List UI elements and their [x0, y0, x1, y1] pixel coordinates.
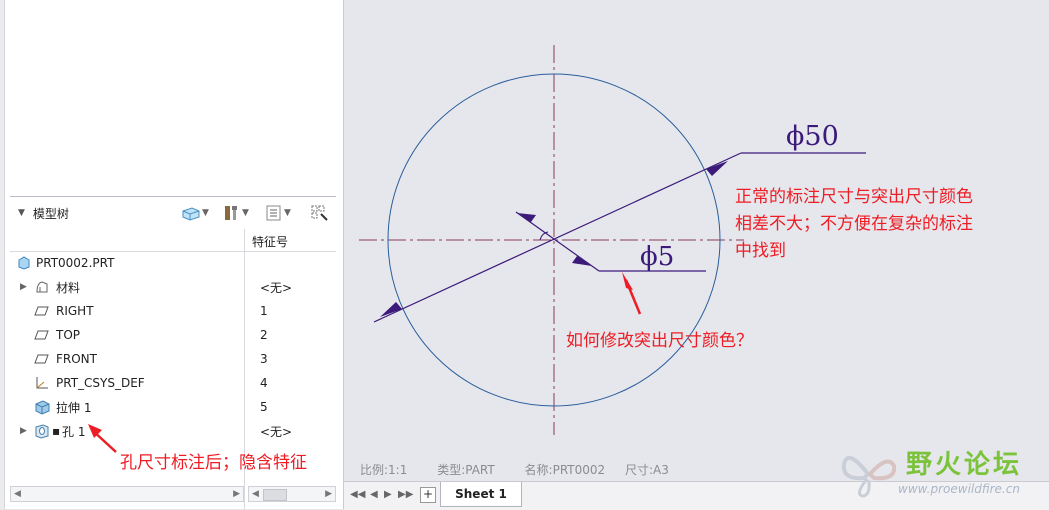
arrowhead-icon — [517, 213, 536, 222]
panel-blank-area — [0, 0, 343, 195]
part-icon — [16, 255, 32, 271]
status-scale: 比例:1:1 — [360, 463, 408, 477]
scroll-left-icon[interactable]: ◀ — [252, 489, 259, 499]
diameter-5-leader[interactable] — [515, 211, 600, 272]
arrowhead-icon — [706, 161, 728, 176]
arrowhead-icon — [622, 272, 633, 290]
annotation-note-left: 孔尺寸标注后；隐含特征 — [120, 453, 307, 473]
tree-item-label: TOP — [56, 328, 81, 342]
sheet-tab[interactable]: Sheet 1 — [440, 482, 522, 507]
next-sheet-icon[interactable]: ▶ — [384, 489, 392, 500]
watermark-url: www.proewildfire.cn — [898, 482, 1020, 496]
tree-root-item[interactable]: PRT0002.PRT — [10, 251, 336, 275]
tree-item-csys[interactable]: PRT_CSYS_DEF 4 — [10, 371, 336, 395]
panel-edge — [0, 0, 5, 509]
material-icon — [34, 279, 50, 295]
drawing-status-line: 比例:1:1 类型:PART 名称:PRT0002 尺寸:A3 — [360, 461, 695, 478]
chevron-down-icon: ▼ — [284, 208, 291, 218]
note-line: 中找到 — [735, 241, 786, 261]
arrowhead-icon — [572, 256, 592, 266]
tree-item-top[interactable]: TOP 2 — [10, 323, 336, 347]
annotation-arrow-left — [88, 424, 117, 453]
feature-number: 2 — [260, 328, 268, 342]
note-line: 正常的标注尺寸与突出尺寸颜色 — [735, 187, 973, 207]
butterfly-logo-icon — [841, 455, 897, 498]
status-name: 名称:PRT0002 — [524, 463, 606, 477]
first-sheet-icon[interactable]: ◀◀ — [350, 489, 365, 500]
columns-button[interactable]: ▼ — [264, 204, 291, 222]
tree-item-label: 拉伸 1 — [56, 400, 92, 415]
note-line: 相差不大；不方便在复杂的标注 — [735, 214, 973, 234]
hole-circle[interactable] — [387, 73, 721, 407]
annotation-note-question: 如何修改突出尺寸颜色？ — [566, 331, 753, 351]
expand-arrow-icon[interactable]: ▶ — [20, 282, 27, 292]
tree-root-label: PRT0002.PRT — [36, 256, 115, 270]
datum-plane-icon — [34, 303, 50, 319]
column-scrollbar[interactable]: ◀ ▶ — [248, 486, 336, 502]
scroll-right-icon[interactable]: ▶ — [233, 489, 240, 499]
csys-icon — [34, 375, 50, 391]
tree-item-extrude[interactable]: 拉伸 1 5 — [10, 395, 336, 419]
feature-number: <无> — [260, 280, 293, 295]
feature-number: 1 — [260, 304, 268, 318]
tree-item-label: 孔 1 — [62, 424, 86, 439]
chevron-down-icon: ▼ — [202, 208, 209, 218]
watermark-title: 野火论坛 — [906, 450, 1023, 480]
datum-plane-icon — [34, 351, 50, 367]
model-tree-title: 模型树 — [32, 206, 69, 221]
status-type: 类型:PART — [437, 463, 495, 477]
tree-item-label: 材料 — [56, 280, 81, 295]
forum-watermark: 野火论坛 www.proewildfire.cn — [836, 438, 1049, 509]
feature-number: 5 — [260, 400, 268, 414]
tree-item-front[interactable]: FRONT 3 — [10, 347, 336, 371]
feature-number: 4 — [260, 376, 268, 390]
dimension-diameter-50[interactable]: ϕ50 — [786, 121, 839, 152]
suppressed-marker: ▪ — [52, 424, 61, 438]
display-style-icon — [182, 207, 200, 221]
hole-icon — [34, 423, 50, 439]
tree-column-header: 特征号 — [10, 229, 336, 509]
extrude-icon — [34, 399, 50, 415]
tree-item-label: PRT_CSYS_DEF — [56, 376, 145, 390]
settings-button[interactable]: ▼ — [222, 204, 249, 222]
tree-item-label: FRONT — [56, 352, 97, 366]
diameter-50-leader[interactable] — [373, 152, 742, 323]
prev-sheet-icon[interactable]: ◀ — [370, 489, 378, 500]
tree-scrollbar[interactable]: ◀ ▶ — [10, 486, 244, 502]
tree-item-material[interactable]: ▶ 材料 <无> — [10, 275, 336, 299]
model-tree-panel: ▼ 模型树 ▼ ▼ ▼ 特征号 PRT0002.PRT ▶ 材料 <无> RIG… — [0, 0, 344, 509]
feature-number-column[interactable]: 特征号 — [252, 233, 288, 250]
add-sheet-button[interactable]: + — [420, 487, 436, 503]
model-tree-header: ▼ 模型树 ▼ ▼ ▼ — [10, 196, 336, 229]
chevron-down-icon: ▼ — [242, 208, 249, 218]
tree-item-label: RIGHT — [56, 304, 94, 318]
status-size: 尺寸:A3 — [625, 463, 669, 477]
filter-button[interactable] — [310, 204, 330, 222]
annotation-note-right: 正常的标注尺寸与突出尺寸颜色 相差不大；不方便在复杂的标注 中找到 — [735, 184, 973, 265]
horizontal-scrollbars: ◀ ▶ ◀ ▶ — [10, 486, 336, 502]
list-icon — [266, 205, 281, 221]
scroll-left-icon[interactable]: ◀ — [14, 489, 21, 499]
last-sheet-icon[interactable]: ▶▶ — [398, 489, 413, 500]
dimension-diameter-5[interactable]: ϕ5 — [640, 242, 674, 272]
collapse-triangle-icon[interactable]: ▼ — [18, 208, 25, 218]
datum-plane-icon — [34, 327, 50, 343]
tools-icon — [225, 206, 237, 220]
tree-item-right[interactable]: RIGHT 1 — [10, 299, 336, 323]
scroll-right-icon[interactable]: ▶ — [325, 489, 332, 499]
show-button[interactable]: ▼ — [180, 204, 209, 222]
scroll-thumb[interactable] — [263, 489, 287, 501]
expand-arrow-icon[interactable]: ▶ — [20, 426, 27, 436]
tree-item-hole[interactable]: ▶ ▪ 孔 1 <无> — [10, 419, 336, 443]
feature-number: <无> — [260, 424, 293, 439]
feature-number: 3 — [260, 352, 268, 366]
filter-icon — [311, 205, 328, 221]
